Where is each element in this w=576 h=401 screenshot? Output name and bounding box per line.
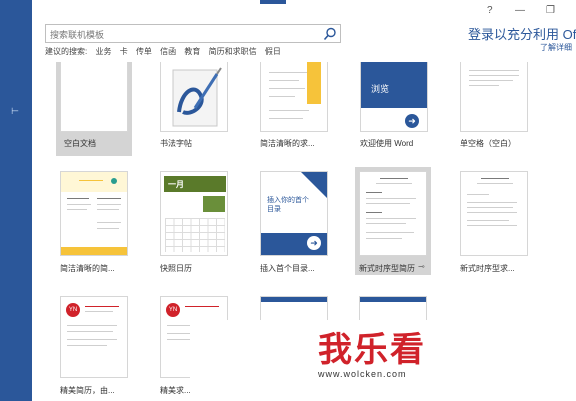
template-modern-cover-thumbnail[interactable] xyxy=(460,171,528,256)
suggested-item-holiday[interactable]: 假日 xyxy=(265,47,281,56)
template-calligraphy-thumbnail[interactable] xyxy=(160,62,228,132)
suggested-item-card[interactable]: 卡 xyxy=(120,47,128,56)
suggested-item-resume[interactable]: 简历和求职信 xyxy=(209,47,257,56)
template-toc-thumbnail[interactable]: 插入你的首个目录 ➜ xyxy=(260,171,328,256)
search-icon[interactable] xyxy=(323,27,337,41)
template-label: 插入首个目录... xyxy=(260,264,315,273)
suggested-item-letter[interactable]: 信函 xyxy=(160,47,176,56)
search-box xyxy=(45,24,341,44)
restore-button[interactable]: ❐ xyxy=(546,5,555,16)
template-beautiful-resume-thumbnail[interactable]: YN xyxy=(60,296,128,378)
template-label: 快照日历 xyxy=(160,264,192,273)
suggested-item-business[interactable]: 业务 xyxy=(95,47,111,56)
arrow-right-icon: ➜ xyxy=(307,236,321,250)
template-blank-thumbnail[interactable] xyxy=(60,62,128,132)
watermark-logo: 我乐看 xyxy=(318,330,426,370)
back-icon[interactable]: ⊢ xyxy=(11,106,19,117)
left-nav-bar: ⊢ xyxy=(0,0,32,401)
calligraphy-illustration xyxy=(172,67,222,127)
template-resume-clear-thumbnail[interactable] xyxy=(60,171,128,256)
template-label: 单空格（空白） xyxy=(460,139,516,148)
title-accent-strip xyxy=(260,0,286,4)
toc-tile-title: 插入你的首个目录 xyxy=(267,197,309,213)
welcome-tile-title: 浏览 xyxy=(371,84,390,94)
pin-icon[interactable]: ⊸ xyxy=(418,262,425,271)
template-label: 欢迎使用 Word xyxy=(360,139,414,148)
template-label: 空白文档 xyxy=(64,139,96,148)
arrow-right-icon: ➜ xyxy=(405,114,419,128)
watermark-url: www.wolcken.com xyxy=(318,369,407,379)
template-modern-resume-thumbnail[interactable] xyxy=(359,171,427,256)
signin-link[interactable]: 登录以充分利用 Offi xyxy=(468,24,576,43)
template-welcome-thumbnail[interactable]: 浏览 ➜ xyxy=(360,62,428,132)
template-label: 书法字帖 xyxy=(160,139,192,148)
calendar-month: 一月 xyxy=(168,180,184,189)
template-cover-letter-thumbnail[interactable] xyxy=(260,62,328,132)
help-button[interactable]: ? xyxy=(487,5,493,16)
template-calendar-thumbnail[interactable]: 一月 xyxy=(160,171,228,256)
suggested-searches: 建议的搜索: 业务 卡 传单 信函 教育 简历和求职信 假日 xyxy=(45,46,287,57)
suggested-item-flyer[interactable]: 传单 xyxy=(136,47,152,56)
template-label: 新式时序型简历 xyxy=(359,264,415,273)
template-label: 简洁清晰的求... xyxy=(260,139,315,148)
minimize-button[interactable]: — xyxy=(515,5,525,16)
template-label: 精美简历，由... xyxy=(60,386,115,395)
template-single-spaced-thumbnail[interactable] xyxy=(460,62,528,132)
template-label: 新式时序型求... xyxy=(460,264,515,273)
suggested-label: 建议的搜索: xyxy=(45,47,88,56)
suggested-item-education[interactable]: 教育 xyxy=(184,47,200,56)
template-label: 精美求... xyxy=(160,386,191,395)
template-label: 简洁清晰的简... xyxy=(60,264,115,273)
search-input[interactable] xyxy=(46,26,316,44)
learn-more-link[interactable]: 了解详细 xyxy=(540,42,572,53)
